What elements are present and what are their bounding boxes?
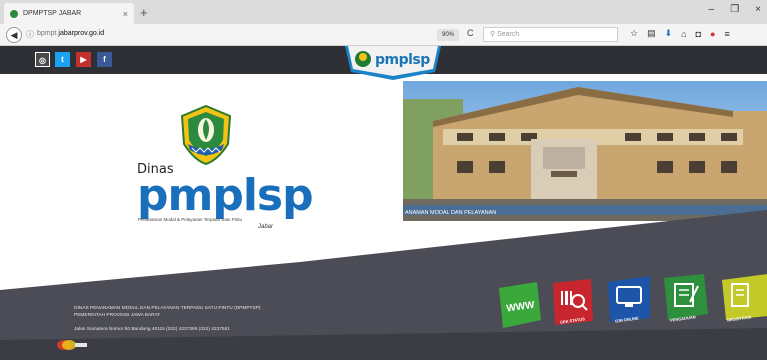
browser-toolbar: ☆ ▤ ⬇ ⌂ ◘ ● ≡ bbox=[630, 28, 730, 39]
site-info-icon[interactable]: ⓘ bbox=[26, 29, 34, 40]
tab-title: DPMPTSP JABAR bbox=[23, 10, 82, 17]
jabar-emblem-icon bbox=[180, 104, 232, 166]
zoom-level[interactable]: 90% bbox=[437, 29, 459, 41]
address-bar[interactable]: bpmpt.jabarprov.go.id bbox=[37, 30, 104, 37]
pengaduan-menu-button[interactable] bbox=[660, 272, 710, 322]
footer-line2: PEMERINTAH PROVINSI JAWA BARAT bbox=[74, 313, 161, 318]
minimize-icon[interactable]: – bbox=[709, 4, 715, 15]
pocket-icon[interactable]: ◘ bbox=[696, 29, 701, 39]
maximize-icon[interactable]: ❐ bbox=[730, 4, 739, 15]
url-domain: jabarprov.go.id bbox=[58, 30, 105, 37]
library-icon[interactable]: ▤ bbox=[647, 28, 656, 39]
header-logo-text: pmplsp bbox=[375, 52, 430, 68]
search-placeholder: Search bbox=[497, 31, 520, 38]
back-button[interactable]: ◀ bbox=[6, 27, 22, 43]
star-icon[interactable]: ☆ bbox=[630, 28, 638, 39]
facebook-icon[interactable]: f bbox=[97, 52, 112, 67]
tab-close-icon[interactable]: × bbox=[123, 9, 128, 19]
search-icon: ⚲ bbox=[490, 31, 496, 38]
reload-icon[interactable]: C bbox=[467, 28, 474, 38]
home-icon[interactable]: ⌂ bbox=[681, 29, 686, 39]
menu-icon[interactable]: ≡ bbox=[724, 29, 729, 39]
twitter-icon[interactable]: t bbox=[55, 52, 70, 67]
browser-tabbar: DPMPTSP JABAR × + – ❐ × bbox=[0, 0, 767, 24]
footer-line1: DINAS PENANAMAN MODAL DAN PELAYANAN TERP… bbox=[74, 306, 261, 311]
footer-logo-icon bbox=[57, 340, 87, 350]
browser-tab[interactable]: DPMPTSP JABAR × bbox=[4, 3, 134, 24]
new-tab-button[interactable]: + bbox=[140, 5, 148, 20]
footer-line3: Jalan Sumatera Nomor 50 Bandung 40115 (0… bbox=[74, 327, 230, 332]
window-controls: – ❐ × bbox=[709, 4, 761, 15]
instagram-icon[interactable]: ◎ bbox=[35, 52, 50, 67]
page-root: DPMPTSP JABAR × + – ❐ × ◀ ⓘ bpmpt.jabarp… bbox=[0, 0, 767, 360]
youtube-icon[interactable]: ▶ bbox=[76, 52, 91, 67]
url-prefix: bpmpt. bbox=[37, 30, 59, 37]
download-icon[interactable]: ⬇ bbox=[665, 28, 673, 39]
browser-navbar: ◀ ⓘ bpmpt.jabarprov.go.id 90% C ⚲ Search… bbox=[0, 24, 767, 46]
adblock-icon[interactable]: ● bbox=[710, 29, 715, 39]
favicon-icon bbox=[10, 9, 18, 18]
search-input[interactable]: ⚲ Search bbox=[483, 27, 618, 42]
close-window-icon[interactable]: × bbox=[755, 4, 761, 15]
www-menu-button[interactable]: WWW bbox=[493, 280, 543, 330]
back-arrow-icon: ◀ bbox=[10, 29, 18, 40]
